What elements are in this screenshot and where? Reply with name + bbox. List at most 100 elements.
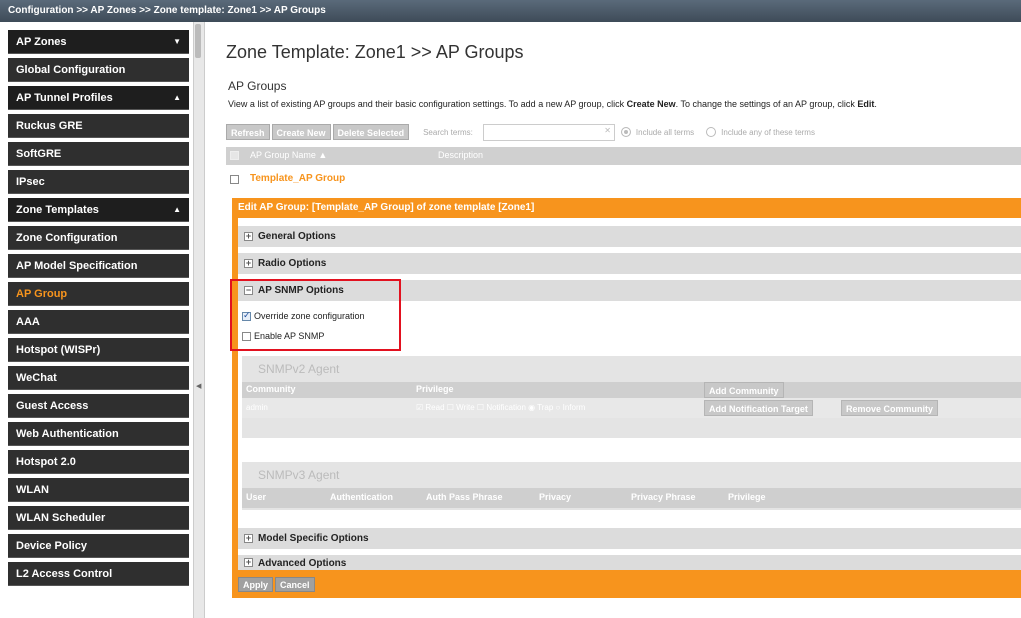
chevron-up-icon[interactable]: ▲ — [173, 86, 181, 110]
sidebar-item-ap-zones[interactable]: AP Zones ▼ — [8, 30, 189, 54]
clear-search-icon[interactable]: ✕ — [604, 126, 611, 135]
sidebar-item-zone-configuration[interactable]: Zone Configuration — [8, 226, 189, 250]
advanced-options-section[interactable]: + Advanced Options — [238, 555, 1021, 570]
apply-button[interactable]: Apply — [238, 577, 274, 592]
include-all-label: Include all terms — [635, 127, 695, 137]
description-text-mid: . To change the settings of an AP group,… — [675, 99, 858, 109]
delete-selected-button[interactable]: Delete Selected — [332, 124, 410, 140]
sidebar-item-label: AAA — [16, 316, 40, 328]
sidebar-item-label: IPsec — [16, 176, 45, 188]
privacy-phrase-column: Privacy Phrase — [631, 492, 696, 502]
sidebar-item-label: Web Authentication — [16, 428, 119, 440]
authentication-column: Authentication — [330, 492, 393, 502]
remove-community-button[interactable]: Remove Community — [841, 400, 939, 416]
expand-icon[interactable]: + — [244, 534, 253, 543]
sidebar-item-aaa[interactable]: AAA — [8, 310, 189, 334]
notification-option[interactable]: Notification — [486, 403, 526, 412]
snmpv3-agent-panel: SNMPv3 Agent User Authentication Auth Pa… — [242, 462, 1021, 510]
sidebar-item-zone-templates[interactable]: Zone Templates ▲ — [8, 198, 189, 222]
read-option[interactable]: Read — [425, 403, 444, 412]
general-options-section[interactable]: + General Options — [238, 226, 1021, 247]
sidebar-item-label: SoftGRE — [16, 148, 62, 160]
include-all-radio[interactable] — [620, 127, 631, 137]
snmpv3-agent-title: SNMPv3 Agent — [258, 468, 340, 482]
chevron-down-icon[interactable]: ▼ — [173, 30, 181, 54]
sidebar-item-ruckus-gre[interactable]: Ruckus GRE — [8, 114, 189, 138]
sidebar-item-label: Device Policy — [16, 540, 87, 552]
row-checkbox[interactable] — [230, 175, 239, 184]
cancel-button[interactable]: Cancel — [275, 577, 315, 592]
description-text: View a list of existing AP groups and th… — [228, 99, 627, 109]
general-options-label: General Options — [258, 231, 336, 242]
sidebar-scrollbar[interactable] — [195, 24, 201, 58]
refresh-button[interactable]: Refresh — [226, 124, 270, 140]
sidebar-item-label: Zone Templates — [16, 204, 99, 216]
sidebar: AP Zones ▼ Global Configuration AP Tunnel P… — [8, 30, 189, 618]
radio-options-section[interactable]: + Radio Options — [238, 253, 1021, 274]
select-all-checkbox[interactable] — [230, 151, 239, 160]
write-option[interactable]: Write — [456, 403, 475, 412]
expand-icon[interactable]: + — [244, 259, 253, 268]
community-column: Community — [246, 384, 296, 394]
sidebar-item-global-configuration[interactable]: Global Configuration — [8, 58, 189, 82]
sidebar-item-wechat[interactable]: WeChat — [8, 366, 189, 390]
community-value[interactable]: admin — [246, 403, 268, 412]
sidebar-item-label: AP Model Specification — [16, 260, 138, 272]
section-subtitle: AP Groups — [228, 79, 287, 93]
search-input[interactable]: ✕ — [482, 123, 615, 141]
table-row: Template_AP Group — [226, 170, 1021, 190]
trap-option[interactable]: Trap — [537, 403, 553, 412]
sidebar-item-softgre[interactable]: SoftGRE — [8, 142, 189, 166]
sidebar-item-ap-model-specification[interactable]: AP Model Specification — [8, 254, 189, 278]
sidebar-item-hotspot-2-0[interactable]: Hotspot 2.0 — [8, 450, 189, 474]
sidebar-item-ap-group[interactable]: AP Group — [8, 282, 189, 306]
column-header-name[interactable]: AP Group Name ▲ — [250, 150, 327, 160]
sidebar-item-device-policy[interactable]: Device Policy — [8, 534, 189, 558]
sidebar-item-label: WeChat — [16, 372, 57, 384]
user-column: User — [246, 492, 267, 502]
sidebar-item-web-authentication[interactable]: Web Authentication — [8, 422, 189, 446]
description-edit-ref: Edit — [857, 99, 875, 109]
page-title: Zone Template: Zone1 >> AP Groups — [226, 42, 524, 62]
snmpv2-table-header: Community Privilege Add Community — [242, 382, 1021, 398]
sidebar-item-wlan-scheduler[interactable]: WLAN Scheduler — [8, 506, 189, 530]
sidebar-item-ap-tunnel-profiles[interactable]: AP Tunnel Profiles ▲ — [8, 86, 189, 110]
edit-panel-body: + General Options + Radio Options − AP S… — [238, 218, 1021, 570]
highlight-annotation-box — [230, 279, 401, 351]
sidebar-item-label: Ruckus GRE — [16, 120, 83, 132]
privacy-column: Privacy — [539, 492, 572, 502]
edit-panel-title: Edit AP Group: [Template_AP Group] of zo… — [238, 202, 535, 213]
collapse-arrow-icon[interactable]: ◀ — [196, 382, 201, 390]
description-create-ref: Create New — [626, 99, 676, 109]
include-any-radio[interactable] — [706, 127, 717, 137]
column-header-description[interactable]: Description — [438, 150, 483, 160]
search-label: Search terms: — [423, 127, 473, 137]
apply-bar: Apply Cancel — [238, 577, 315, 592]
breadcrumb: Configuration >> AP Zones >> Zone templa… — [0, 0, 1021, 22]
expand-icon[interactable]: + — [244, 558, 253, 567]
sidebar-item-label: Guest Access — [16, 400, 89, 412]
sidebar-item-ipsec[interactable]: IPsec — [8, 170, 189, 194]
sidebar-item-guest-access[interactable]: Guest Access — [8, 394, 189, 418]
expand-icon[interactable]: + — [244, 232, 253, 241]
add-notification-target-button[interactable]: Add Notification Target — [704, 400, 813, 416]
include-any-label: Include any of these terms — [721, 127, 815, 137]
sidebar-item-label: WLAN — [16, 484, 49, 496]
table-header: AP Group Name ▲ Description — [226, 147, 1021, 165]
sidebar-splitter[interactable]: ◀ — [193, 22, 205, 618]
inform-option[interactable]: Inform — [563, 403, 586, 412]
advanced-options-label: Advanced Options — [258, 558, 347, 569]
create-new-button[interactable]: Create New — [271, 124, 331, 140]
ap-group-name-link[interactable]: Template_AP Group — [250, 173, 345, 184]
chevron-up-icon[interactable]: ▲ — [173, 198, 181, 222]
add-community-button[interactable]: Add Community — [704, 382, 784, 398]
model-specific-options-section[interactable]: + Model Specific Options — [238, 528, 1021, 549]
privilege-column: Privilege — [728, 492, 766, 502]
model-specific-options-label: Model Specific Options — [258, 533, 369, 544]
sidebar-item-l2-access-control[interactable]: L2 Access Control — [8, 562, 189, 586]
sidebar-item-label: Hotspot 2.0 — [16, 456, 76, 468]
snmpv3-table-header: User Authentication Auth Pass Phrase Pri… — [242, 488, 1021, 508]
sidebar-item-label: AP Tunnel Profiles — [16, 92, 113, 104]
sidebar-item-wlan[interactable]: WLAN — [8, 478, 189, 502]
sidebar-item-hotspot-wispr[interactable]: Hotspot (WISPr) — [8, 338, 189, 362]
